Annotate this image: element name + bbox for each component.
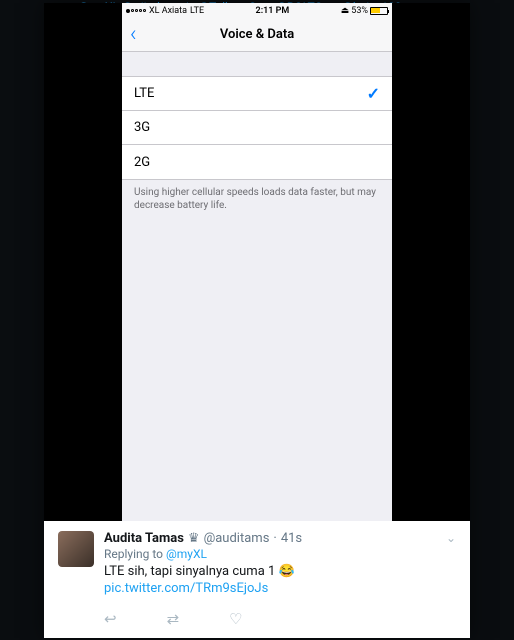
reply-context: Replying to @myXL xyxy=(104,547,456,561)
time-separator: · xyxy=(273,531,276,546)
settings-footer-note: Using higher cellular speeds loads data … xyxy=(122,180,392,218)
display-name[interactable]: Audita Tamas xyxy=(104,531,184,546)
option-label: LTE xyxy=(134,86,154,101)
signal-strength-icon xyxy=(126,9,146,13)
like-button[interactable]: ♡ xyxy=(229,610,242,628)
rotation-lock-icon: ⏏ xyxy=(341,6,350,16)
option-label: 2G xyxy=(134,155,150,170)
retweet-button[interactable]: ⇄ xyxy=(167,610,180,628)
handle[interactable]: @auditams xyxy=(204,531,270,546)
checkmark-icon: ✓ xyxy=(367,84,380,103)
tweet-text: LTE sih, tapi sinyalnya cuma 1 😂 pic.twi… xyxy=(104,564,456,598)
image-letterbox-left xyxy=(44,3,122,521)
timestamp[interactable]: 41s xyxy=(281,531,302,546)
reply-mention[interactable]: @myXL xyxy=(166,547,207,561)
carrier-label: XL Axiata xyxy=(149,6,187,16)
tweet: Audita Tamas ♛ @auditams · 41s Replying t… xyxy=(44,521,470,606)
tweet-actions: ↩ ⇄ ♡ xyxy=(44,606,470,638)
tweet-modal: XL Axiata LTE 2:11 PM ⏏ 53% ‹ Voice & Da… xyxy=(44,3,470,638)
attached-image[interactable]: XL Axiata LTE 2:11 PM ⏏ 53% ‹ Voice & Da… xyxy=(44,3,470,521)
media-link[interactable]: pic.twitter.com/TRm9sEjoJs xyxy=(104,581,268,596)
image-letterbox-right xyxy=(392,3,470,521)
tweet-menu-button[interactable]: ⌄ xyxy=(446,531,456,545)
back-button[interactable]: ‹ xyxy=(130,22,137,47)
avatar[interactable] xyxy=(58,531,94,567)
clock: 2:11 PM xyxy=(256,6,290,16)
option-2g[interactable]: 2G xyxy=(122,145,392,179)
name-badge: ♛ xyxy=(188,531,200,546)
option-label: 3G xyxy=(134,120,150,135)
emoji-joy: 😂 xyxy=(279,564,295,579)
nav-title: Voice & Data xyxy=(122,27,392,42)
nav-bar: ‹ Voice & Data xyxy=(122,18,392,52)
network-options-group: LTE ✓ 3G 2G xyxy=(122,76,392,180)
ios-settings-screenshot: XL Axiata LTE 2:11 PM ⏏ 53% ‹ Voice & Da… xyxy=(122,3,392,521)
option-lte[interactable]: LTE ✓ xyxy=(122,77,392,111)
network-label: LTE xyxy=(190,6,204,16)
option-3g[interactable]: 3G xyxy=(122,111,392,145)
battery-icon xyxy=(370,7,388,15)
ios-status-bar: XL Axiata LTE 2:11 PM ⏏ 53% xyxy=(122,3,392,18)
reply-button[interactable]: ↩ xyxy=(104,610,117,628)
battery-percent: 53% xyxy=(351,6,368,16)
